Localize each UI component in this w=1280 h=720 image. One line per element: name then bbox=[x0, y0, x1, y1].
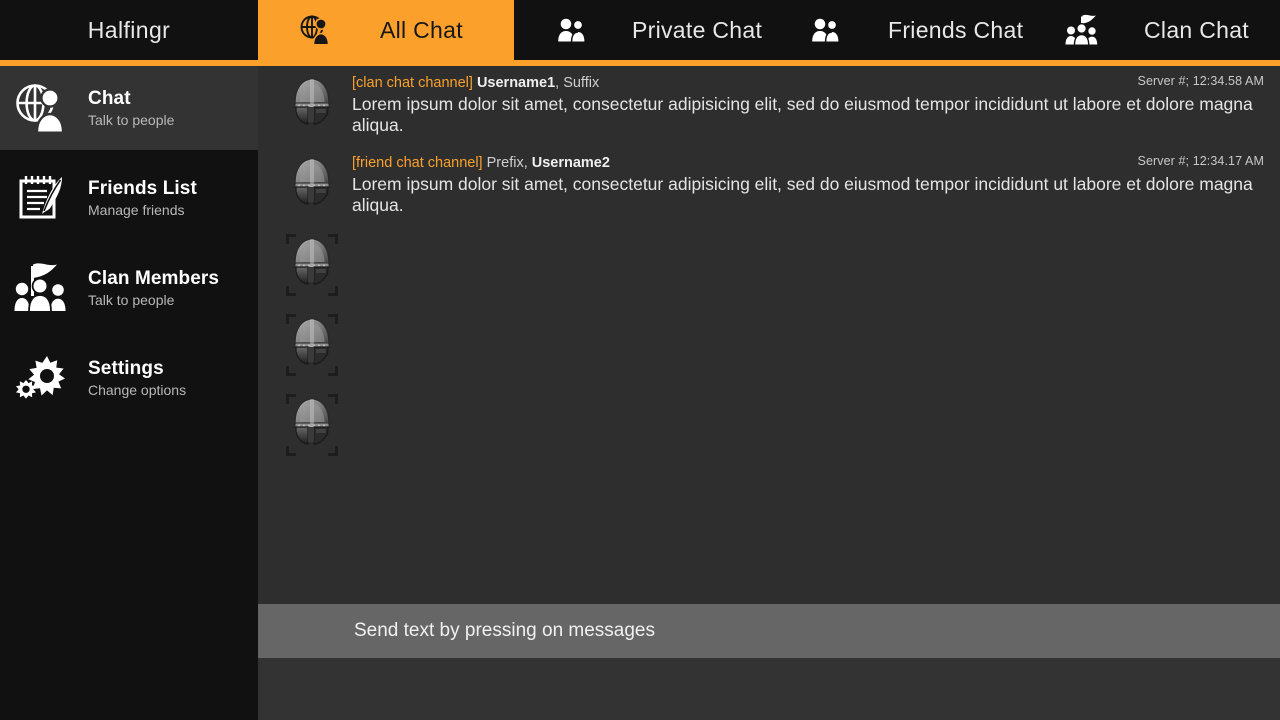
gears-icon bbox=[10, 350, 74, 406]
message-row[interactable]: [friend chat channel] Prefix, Username2 S… bbox=[258, 146, 1280, 226]
tab-clan-chat[interactable]: Clan Chat bbox=[1028, 0, 1280, 60]
message-prefix: Prefix, bbox=[486, 155, 528, 171]
avatar bbox=[286, 312, 338, 378]
helmet-avatar-icon bbox=[290, 76, 334, 132]
sidebar-item-settings-subtitle: Change options bbox=[88, 381, 187, 398]
sidebar-item-settings[interactable]: Settings Change options bbox=[0, 336, 258, 420]
message-meta: [clan chat channel] Username1, Suffix bbox=[352, 74, 1266, 92]
globe-person-icon bbox=[296, 13, 336, 47]
message-suffix: , Suffix bbox=[555, 75, 600, 91]
sidebar-item-clan-members[interactable]: Clan Members Talk to people bbox=[0, 246, 258, 330]
message-row[interactable] bbox=[258, 306, 1280, 386]
message-list[interactable]: [clan chat channel] Username1, Suffix Ser… bbox=[258, 66, 1280, 604]
message-body bbox=[338, 226, 1280, 234]
message-body bbox=[338, 386, 1280, 394]
message-timestamp: Server #; 12:34.17 AM bbox=[1137, 154, 1264, 168]
message-channel: [clan chat channel] bbox=[352, 75, 473, 91]
chat-application-window: Halfingr All Chat Private Chat Friends C… bbox=[0, 0, 1280, 720]
message-channel: [friend chat channel] bbox=[352, 155, 483, 171]
message-body: [friend chat channel] Prefix, Username2 S… bbox=[338, 146, 1280, 216]
tab-friends-chat[interactable]: Friends Chat bbox=[772, 0, 1028, 60]
avatar bbox=[286, 152, 338, 218]
avatar bbox=[286, 392, 338, 458]
chat-main-panel: [clan chat channel] Username1, Suffix Ser… bbox=[258, 66, 1280, 720]
helmet-avatar-icon bbox=[290, 156, 334, 212]
avatar bbox=[286, 72, 338, 138]
helmet-avatar-icon bbox=[290, 236, 334, 292]
sidebar-item-friends-list[interactable]: Friends List Manage friends bbox=[0, 156, 258, 240]
message-text: Lorem ipsum dolor sit amet, consectetur … bbox=[352, 94, 1253, 135]
sidebar-item-friends-list-title: Friends List bbox=[88, 177, 197, 199]
sidebar-item-chat-text: Chat Talk to people bbox=[88, 88, 174, 129]
avatar bbox=[286, 232, 338, 298]
footer-area bbox=[258, 658, 1280, 720]
clan-banner-icon bbox=[10, 260, 74, 316]
clan-banner-icon bbox=[1062, 13, 1102, 47]
message-timestamp: Server #; 12:34.58 AM bbox=[1137, 74, 1264, 88]
helmet-avatar-icon bbox=[290, 396, 334, 452]
message-username[interactable]: Username2 bbox=[532, 155, 610, 171]
tab-private-chat[interactable]: Private Chat bbox=[514, 0, 772, 60]
message-row[interactable] bbox=[258, 226, 1280, 306]
message-meta: [friend chat channel] Prefix, Username2 bbox=[352, 154, 1266, 172]
sidebar-item-chat[interactable]: Chat Talk to people bbox=[0, 66, 258, 150]
message-row[interactable] bbox=[258, 386, 1280, 466]
two-people-icon bbox=[806, 13, 846, 47]
message-row[interactable]: [clan chat channel] Username1, Suffix Ser… bbox=[258, 66, 1280, 146]
two-people-icon bbox=[552, 13, 592, 47]
message-input-placeholder: Send text by pressing on messages bbox=[354, 620, 656, 641]
sidebar-item-friends-list-text: Friends List Manage friends bbox=[88, 178, 197, 219]
tab-all-chat[interactable]: All Chat bbox=[258, 0, 514, 60]
sidebar-item-chat-subtitle: Talk to people bbox=[88, 111, 175, 128]
message-input-bar[interactable]: Send text by pressing on messages bbox=[258, 604, 1280, 658]
sidebar-item-clan-members-subtitle: Talk to people bbox=[88, 291, 175, 308]
message-text: Lorem ipsum dolor sit amet, consectetur … bbox=[352, 174, 1253, 215]
tab-private-chat-label: Private Chat bbox=[632, 16, 763, 43]
message-username[interactable]: Username1 bbox=[477, 75, 555, 91]
app-title: Halfingr bbox=[87, 16, 171, 43]
tab-clan-chat-label: Clan Chat bbox=[1144, 16, 1249, 43]
sidebar-item-clan-members-text: Clan Members Talk to people bbox=[88, 268, 219, 309]
sidebar-item-chat-title: Chat bbox=[88, 87, 131, 109]
tab-all-chat-label: All Chat bbox=[380, 16, 463, 43]
tab-friends-chat-label: Friends Chat bbox=[888, 16, 1024, 43]
sidebar-item-clan-members-title: Clan Members bbox=[88, 267, 220, 289]
sidebar-navigation: Chat Talk to people Friends List Manage … bbox=[0, 66, 258, 720]
app-brand: Halfingr bbox=[0, 0, 258, 60]
sidebar-item-settings-title: Settings bbox=[88, 357, 164, 379]
top-navigation-bar: Halfingr All Chat Private Chat Friends C… bbox=[0, 0, 1280, 66]
message-body: [clan chat channel] Username1, Suffix Ser… bbox=[338, 66, 1280, 136]
helmet-avatar-icon bbox=[290, 316, 334, 372]
sidebar-item-settings-text: Settings Change options bbox=[88, 358, 186, 399]
globe-person-icon bbox=[10, 80, 74, 136]
sidebar-item-friends-list-subtitle: Manage friends bbox=[88, 201, 185, 218]
notepad-quill-icon bbox=[10, 170, 74, 226]
message-body bbox=[338, 306, 1280, 314]
